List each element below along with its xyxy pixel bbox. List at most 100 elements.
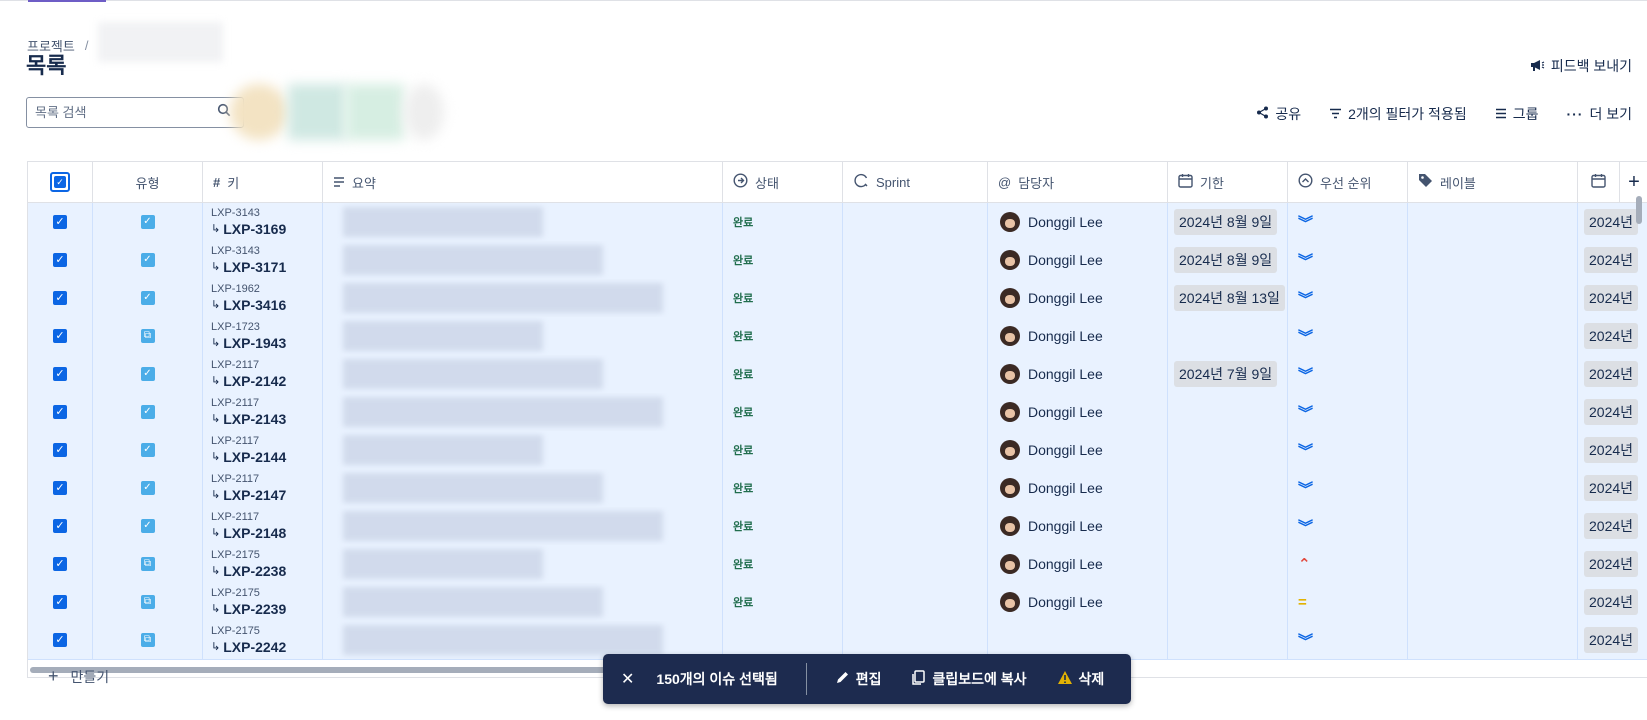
status-lozenge[interactable]: 완료 <box>733 214 753 230</box>
table-row[interactable]: ✓ ⧉ LXP-2175 ↳ LXP-2239 완료 Donggil Lee = … <box>28 583 1647 622</box>
row-checkbox[interactable]: ✓ <box>53 329 67 343</box>
filter-button[interactable]: 2개의 필터가 적용됨 <box>1329 104 1467 124</box>
table-row[interactable]: ✓ ✓ LXP-2117 ↳ LXP-2144 완료 Donggil Lee ︾ … <box>28 431 1647 470</box>
parent-key[interactable]: LXP-2117 <box>211 511 259 524</box>
assignee-cell[interactable]: Donggil Lee <box>988 393 1168 431</box>
extra-date-cell[interactable]: 2024년 <box>1578 621 1647 659</box>
labels-cell[interactable] <box>1408 241 1578 279</box>
due-cell[interactable]: 2024년 8월 13일 <box>1168 279 1288 317</box>
header-key[interactable]: # 키 <box>203 162 323 202</box>
status-cell[interactable]: 완료 <box>723 469 843 507</box>
assignee-cell[interactable]: Donggil Lee <box>988 431 1168 469</box>
status-cell[interactable]: 완료 <box>723 203 843 241</box>
assignee-cell[interactable]: Donggil Lee <box>988 241 1168 279</box>
status-cell[interactable]: 완료 <box>723 507 843 545</box>
parent-key[interactable]: LXP-1723 <box>211 321 260 334</box>
summary-cell[interactable] <box>323 393 723 431</box>
issue-key[interactable]: ↳ LXP-2142 <box>211 372 286 390</box>
extra-date-cell[interactable]: 2024년 <box>1578 507 1647 545</box>
due-cell[interactable]: 2024년 7월 9일 <box>1168 355 1288 393</box>
header-labels[interactable]: 레이블 <box>1408 162 1578 202</box>
labels-cell[interactable] <box>1408 203 1578 241</box>
labels-cell[interactable] <box>1408 545 1578 583</box>
row-select[interactable]: ✓ <box>28 203 93 241</box>
header-sprint[interactable]: Sprint <box>843 162 988 202</box>
header-priority[interactable]: 우선 순위 <box>1288 162 1408 202</box>
assignee-cell[interactable]: Donggil Lee <box>988 355 1168 393</box>
due-cell[interactable] <box>1168 317 1288 355</box>
due-cell[interactable] <box>1168 469 1288 507</box>
sprint-cell[interactable] <box>843 507 988 545</box>
due-date[interactable]: 2024년 8월 9일 <box>1174 209 1278 235</box>
priority-cell[interactable]: ︾ <box>1288 621 1408 659</box>
breadcrumb-project-redacted[interactable] <box>98 22 224 62</box>
summary-cell[interactable] <box>323 355 723 393</box>
header-select-all[interactable]: ✓ <box>28 162 93 202</box>
feedback-button[interactable]: 피드백 보내기 <box>1529 56 1632 76</box>
table-row[interactable]: ✓ ✓ LXP-3143 ↳ LXP-3171 완료 Donggil Lee 20… <box>28 241 1647 280</box>
extra-date-cell[interactable]: 2024년 <box>1578 355 1647 393</box>
assignee-cell[interactable]: Donggil Lee <box>988 507 1168 545</box>
priority-cell[interactable]: ︾ <box>1288 279 1408 317</box>
row-select[interactable]: ✓ <box>28 621 93 659</box>
summary-cell[interactable] <box>323 507 723 545</box>
table-row[interactable]: ✓ ✓ LXP-2117 ↳ LXP-2143 완료 Donggil Lee ︾ … <box>28 393 1647 432</box>
table-row[interactable]: ✓ ⧉ LXP-2175 ↳ LXP-2238 완료 Donggil Lee ⌃ … <box>28 545 1647 584</box>
row-select[interactable]: ✓ <box>28 355 93 393</box>
table-row[interactable]: ✓ ✓ LXP-2117 ↳ LXP-2147 완료 Donggil Lee ︾ … <box>28 469 1647 508</box>
summary-cell[interactable] <box>323 469 723 507</box>
due-cell[interactable] <box>1168 621 1288 659</box>
parent-key[interactable]: LXP-3143 <box>211 245 260 258</box>
due-cell[interactable]: 2024년 8월 9일 <box>1168 203 1288 241</box>
status-cell[interactable]: 완료 <box>723 393 843 431</box>
row-checkbox[interactable]: ✓ <box>53 443 67 457</box>
row-select[interactable]: ✓ <box>28 431 93 469</box>
status-lozenge[interactable]: 완료 <box>733 252 753 268</box>
table-row[interactable]: ✓ ✓ LXP-2117 ↳ LXP-2148 완료 Donggil Lee ︾ … <box>28 507 1647 546</box>
sprint-cell[interactable] <box>843 393 988 431</box>
parent-key[interactable]: LXP-2117 <box>211 359 259 372</box>
row-select[interactable]: ✓ <box>28 241 93 279</box>
row-select[interactable]: ✓ <box>28 279 93 317</box>
vertical-scrollbar[interactable] <box>1636 196 1642 224</box>
labels-cell[interactable] <box>1408 507 1578 545</box>
assignee-cell[interactable]: Donggil Lee <box>988 317 1168 355</box>
extra-date-cell[interactable]: 2024년 <box>1578 431 1647 469</box>
avatar[interactable] <box>230 84 288 140</box>
due-cell[interactable] <box>1168 545 1288 583</box>
status-lozenge[interactable]: 완료 <box>733 290 753 306</box>
parent-key[interactable]: LXP-2117 <box>211 473 259 486</box>
status-lozenge[interactable]: 완료 <box>733 328 753 344</box>
parent-key[interactable]: LXP-2117 <box>211 435 259 448</box>
labels-cell[interactable] <box>1408 469 1578 507</box>
labels-cell[interactable] <box>1408 431 1578 469</box>
summary-cell[interactable] <box>323 431 723 469</box>
due-cell[interactable] <box>1168 507 1288 545</box>
issue-key[interactable]: ↳ LXP-3169 <box>211 220 286 238</box>
issue-key[interactable]: ↳ LXP-2143 <box>211 410 286 428</box>
share-button[interactable]: 공유 <box>1256 104 1301 124</box>
status-lozenge[interactable]: 완료 <box>733 442 753 458</box>
due-cell[interactable] <box>1168 431 1288 469</box>
row-checkbox[interactable]: ✓ <box>53 253 67 267</box>
due-date[interactable]: 2024년 8월 13일 <box>1174 285 1285 311</box>
summary-cell[interactable] <box>323 279 723 317</box>
priority-cell[interactable]: ︾ <box>1288 317 1408 355</box>
header-status[interactable]: 상태 <box>723 162 843 202</box>
table-row[interactable]: ✓ ⧉ LXP-1723 ↳ LXP-1943 완료 Donggil Lee ︾ … <box>28 317 1647 356</box>
summary-cell[interactable] <box>323 583 723 621</box>
status-lozenge[interactable]: 완료 <box>733 594 753 610</box>
horizontal-scrollbar[interactable] <box>30 667 630 673</box>
assignee-cell[interactable]: Donggil Lee <box>988 203 1168 241</box>
row-checkbox[interactable]: ✓ <box>53 291 67 305</box>
status-lozenge[interactable]: 완료 <box>733 518 753 534</box>
extra-date-cell[interactable]: 2024년 <box>1578 393 1647 431</box>
status-lozenge[interactable]: 완료 <box>733 480 753 496</box>
status-lozenge[interactable]: 완료 <box>733 404 753 420</box>
summary-cell[interactable] <box>323 203 723 241</box>
labels-cell[interactable] <box>1408 279 1578 317</box>
status-cell[interactable]: 완료 <box>723 241 843 279</box>
edit-button[interactable]: 편집 <box>835 669 881 689</box>
labels-cell[interactable] <box>1408 355 1578 393</box>
parent-key[interactable]: LXP-1962 <box>211 283 260 296</box>
